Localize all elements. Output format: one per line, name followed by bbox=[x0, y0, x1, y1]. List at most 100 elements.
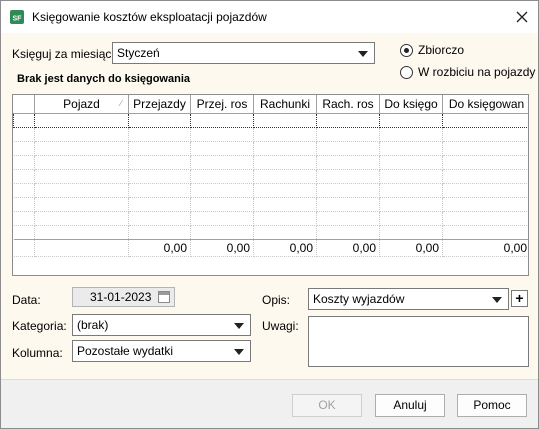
table-cell[interactable] bbox=[442, 127, 528, 142]
table-cell[interactable] bbox=[13, 183, 35, 198]
table-cell[interactable] bbox=[13, 225, 35, 240]
table-cell[interactable] bbox=[379, 169, 443, 184]
table-row[interactable] bbox=[13, 183, 528, 198]
table-row[interactable] bbox=[13, 169, 528, 184]
table-cell[interactable] bbox=[190, 211, 254, 226]
ok-button[interactable]: OK bbox=[292, 394, 362, 417]
table-cell[interactable] bbox=[379, 225, 443, 240]
table-cell[interactable] bbox=[253, 155, 317, 170]
table-cell[interactable] bbox=[34, 112, 129, 128]
table-cell[interactable] bbox=[253, 211, 317, 226]
col-header-przej-ros[interactable]: Przej. ros bbox=[190, 95, 254, 114]
table-cell[interactable] bbox=[316, 155, 380, 170]
table-row[interactable] bbox=[13, 155, 528, 170]
table-cell[interactable] bbox=[34, 225, 129, 240]
table-cell[interactable] bbox=[253, 225, 317, 240]
table-cell[interactable] bbox=[253, 141, 317, 156]
table-cell[interactable] bbox=[190, 155, 254, 170]
table-cell[interactable] bbox=[190, 169, 254, 184]
data-grid[interactable]: Pojazd ∕ Przejazdy Przej. ros Rachunki Ra… bbox=[12, 94, 529, 276]
table-cell[interactable] bbox=[13, 197, 35, 212]
notes-textarea[interactable] bbox=[308, 316, 529, 367]
table-cell[interactable] bbox=[190, 183, 254, 198]
table-cell[interactable] bbox=[190, 197, 254, 212]
table-cell[interactable] bbox=[379, 211, 443, 226]
table-row[interactable] bbox=[13, 127, 528, 142]
table-cell[interactable] bbox=[316, 112, 380, 128]
table-cell[interactable] bbox=[379, 155, 443, 170]
table-cell[interactable] bbox=[128, 183, 191, 198]
col-header-do-ksiego[interactable]: Do księgo bbox=[379, 95, 443, 114]
table-cell[interactable] bbox=[442, 112, 528, 128]
table-cell[interactable] bbox=[442, 155, 528, 170]
table-row[interactable] bbox=[13, 197, 528, 212]
table-cell[interactable] bbox=[316, 169, 380, 184]
table-cell[interactable] bbox=[190, 225, 254, 240]
calendar-icon[interactable] bbox=[158, 291, 170, 303]
table-cell[interactable] bbox=[442, 183, 528, 198]
table-cell[interactable] bbox=[442, 211, 528, 226]
table-cell[interactable] bbox=[379, 127, 443, 142]
table-row[interactable] bbox=[13, 112, 528, 128]
table-row[interactable] bbox=[13, 225, 528, 240]
table-cell[interactable] bbox=[379, 197, 443, 212]
category-dropdown[interactable]: (brak) bbox=[72, 314, 251, 336]
table-cell[interactable] bbox=[34, 141, 129, 156]
table-cell[interactable] bbox=[13, 141, 35, 156]
table-cell[interactable] bbox=[379, 112, 443, 128]
table-cell[interactable] bbox=[316, 183, 380, 198]
table-cell[interactable] bbox=[128, 141, 191, 156]
radio-total[interactable]: Zbiorczo bbox=[400, 43, 464, 57]
column-dropdown[interactable]: Pozostałe wydatki bbox=[72, 340, 251, 362]
col-header-pojazd[interactable]: Pojazd ∕ bbox=[34, 95, 129, 114]
cancel-button[interactable]: Anuluj bbox=[375, 394, 445, 417]
table-cell[interactable] bbox=[442, 197, 528, 212]
close-button[interactable] bbox=[505, 1, 538, 33]
table-cell[interactable] bbox=[253, 197, 317, 212]
table-cell[interactable] bbox=[442, 141, 528, 156]
table-cell[interactable] bbox=[316, 141, 380, 156]
table-row[interactable] bbox=[13, 141, 528, 156]
table-cell[interactable] bbox=[128, 155, 191, 170]
radio-split[interactable]: W rozbiciu na pojazdy bbox=[400, 65, 535, 79]
table-cell[interactable] bbox=[190, 141, 254, 156]
table-cell[interactable] bbox=[316, 211, 380, 226]
table-cell[interactable] bbox=[379, 141, 443, 156]
table-cell[interactable] bbox=[13, 211, 35, 226]
table-cell[interactable] bbox=[34, 155, 129, 170]
table-cell[interactable] bbox=[34, 197, 129, 212]
date-field[interactable]: 31-01-2023 bbox=[72, 287, 175, 307]
add-description-button[interactable]: + bbox=[511, 290, 528, 307]
col-header-rach-ros[interactable]: Rach. ros bbox=[316, 95, 380, 114]
help-button[interactable]: Pomoc bbox=[457, 394, 527, 417]
table-cell[interactable] bbox=[253, 169, 317, 184]
table-cell[interactable] bbox=[253, 112, 317, 128]
table-cell[interactable] bbox=[253, 183, 317, 198]
table-cell[interactable] bbox=[13, 155, 35, 170]
col-header-rachunki[interactable]: Rachunki bbox=[253, 95, 317, 114]
table-cell[interactable] bbox=[442, 225, 528, 240]
table-cell[interactable] bbox=[253, 127, 317, 142]
table-cell[interactable] bbox=[442, 169, 528, 184]
table-cell[interactable] bbox=[128, 211, 191, 226]
table-cell[interactable] bbox=[34, 169, 129, 184]
table-cell[interactable] bbox=[13, 127, 35, 142]
table-cell[interactable] bbox=[13, 112, 35, 128]
table-cell[interactable] bbox=[128, 112, 191, 128]
table-cell[interactable] bbox=[128, 127, 191, 142]
table-cell[interactable] bbox=[34, 211, 129, 226]
table-cell[interactable] bbox=[128, 169, 191, 184]
table-cell[interactable] bbox=[128, 225, 191, 240]
table-cell[interactable] bbox=[13, 169, 35, 184]
description-dropdown[interactable]: Koszty wyjazdów bbox=[308, 288, 509, 310]
table-cell[interactable] bbox=[316, 225, 380, 240]
month-dropdown[interactable]: Styczeń bbox=[112, 42, 375, 64]
table-cell[interactable] bbox=[128, 197, 191, 212]
table-cell[interactable] bbox=[34, 183, 129, 198]
table-row[interactable] bbox=[13, 211, 528, 226]
table-cell[interactable] bbox=[190, 127, 254, 142]
table-cell[interactable] bbox=[316, 127, 380, 142]
table-cell[interactable] bbox=[316, 197, 380, 212]
table-cell[interactable] bbox=[379, 183, 443, 198]
col-header-przejazdy[interactable]: Przejazdy bbox=[128, 95, 191, 114]
